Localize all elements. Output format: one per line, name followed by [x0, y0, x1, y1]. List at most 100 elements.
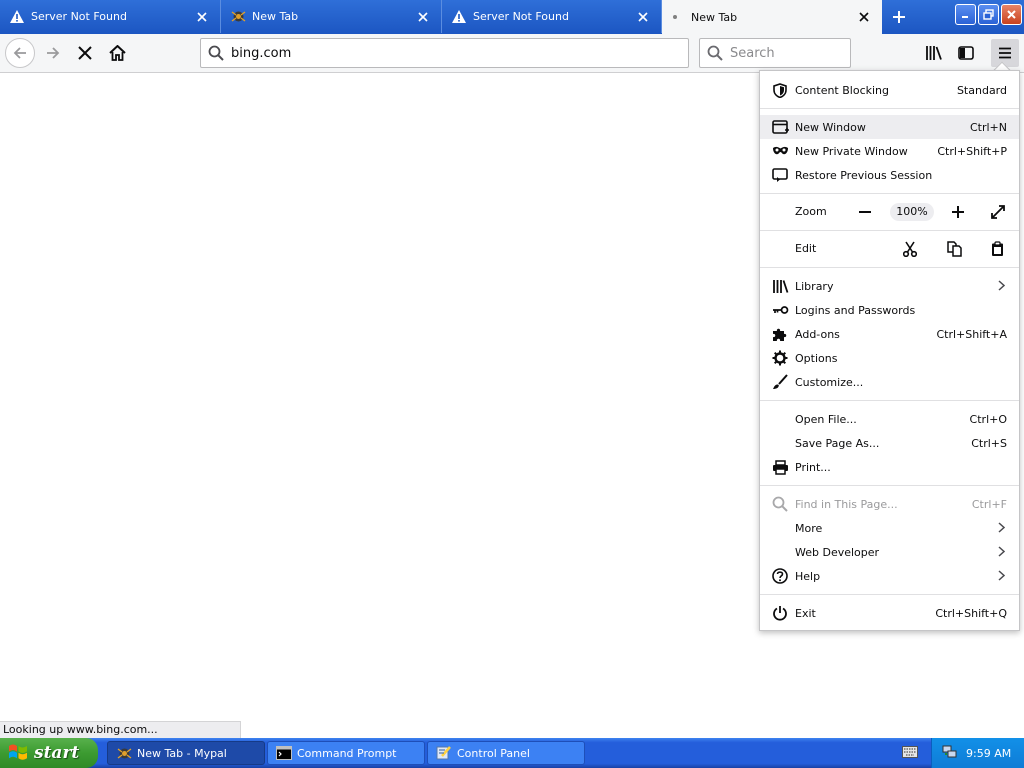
url-text[interactable]: bing.com — [231, 46, 291, 61]
paintbrush-icon — [771, 373, 789, 391]
close-icon[interactable] — [856, 9, 872, 25]
menu-item-label: Open File... — [795, 412, 857, 426]
tab-server-not-found-2[interactable]: Server Not Found — [442, 0, 662, 33]
search-bar[interactable] — [699, 38, 851, 68]
mypal-icon — [116, 745, 132, 761]
menu-item-more[interactable]: More — [760, 516, 1019, 540]
tab-new-tab-1[interactable]: New Tab — [221, 0, 442, 33]
warning-icon — [451, 9, 467, 25]
taskbar-item-command-prompt[interactable]: Command Prompt — [267, 741, 425, 765]
restore-button[interactable] — [978, 4, 999, 25]
menu-item-label: Restore Previous Session — [795, 168, 933, 182]
chevron-right-icon — [998, 570, 1006, 584]
menu-item-open-file[interactable]: Open File... Ctrl+O — [760, 407, 1019, 431]
menu-item-save-page[interactable]: Save Page As... Ctrl+S — [760, 431, 1019, 455]
menu-separator — [760, 485, 1019, 486]
zoom-reset-button[interactable]: 100% — [890, 203, 934, 221]
menu-item-new-private-window[interactable]: New Private Window Ctrl+Shift+P — [760, 139, 1019, 163]
menu-item-find-in-page[interactable]: Find in This Page... Ctrl+F — [760, 492, 1019, 516]
tab-title: Server Not Found — [473, 10, 569, 23]
forward-button[interactable] — [38, 38, 68, 68]
start-button[interactable]: start — [0, 738, 98, 768]
close-icon — [1007, 10, 1016, 19]
copy-icon — [946, 241, 962, 257]
app-menu-button[interactable] — [991, 39, 1019, 67]
network-connection-icon[interactable] — [942, 745, 958, 762]
zoom-in-button[interactable] — [945, 199, 971, 225]
minus-icon — [859, 211, 871, 213]
library-icon — [771, 277, 789, 295]
tab-strip: Server Not Found New Tab Server Not Foun… — [0, 0, 1024, 34]
menu-item-help[interactable]: Help — [760, 564, 1019, 588]
windows-flag-icon — [8, 743, 28, 764]
sidebar-toggle-button[interactable] — [952, 39, 980, 67]
search-input[interactable] — [730, 45, 840, 61]
menu-item-print[interactable]: Print... — [760, 455, 1019, 479]
taskbar-item-mypal[interactable]: New Tab - Mypal — [107, 741, 265, 765]
mypal-icon — [230, 9, 246, 25]
printer-icon — [771, 458, 789, 476]
tab-title: Server Not Found — [31, 10, 127, 23]
system-tray: 9:59 AM — [931, 738, 1024, 768]
plus-icon — [952, 206, 964, 218]
menu-separator — [760, 267, 1019, 268]
paste-button[interactable] — [984, 236, 1010, 262]
loading-dot-icon — [673, 15, 677, 19]
menu-item-label: Logins and Passwords — [795, 303, 916, 317]
fullscreen-expand-icon — [991, 205, 1005, 219]
menu-item-shortcut: Ctrl+Shift+P — [937, 144, 1007, 158]
restore-session-icon — [771, 166, 789, 184]
content-blocking-value: Standard — [956, 83, 1007, 97]
menu-item-restore-session[interactable]: Restore Previous Session — [760, 163, 1019, 187]
tab-new-tab-active[interactable]: New Tab — [662, 0, 882, 34]
new-tab-button[interactable] — [882, 0, 916, 33]
fullscreen-button[interactable] — [985, 199, 1011, 225]
menu-item-library[interactable]: Library — [760, 274, 1019, 298]
menu-item-addons[interactable]: Add-ons Ctrl+Shift+A — [760, 322, 1019, 346]
scissors-icon — [903, 241, 917, 257]
menu-item-content-blocking[interactable]: Content Blocking Standard — [760, 78, 1019, 102]
plus-icon — [893, 10, 905, 23]
close-icon[interactable] — [194, 9, 210, 25]
menu-item-shortcut: Ctrl+F — [971, 497, 1007, 511]
close-icon[interactable] — [635, 9, 651, 25]
menu-item-web-developer[interactable]: Web Developer — [760, 540, 1019, 564]
clock[interactable]: 9:59 AM — [966, 747, 1011, 760]
window-close-button[interactable] — [1001, 4, 1022, 25]
home-button[interactable] — [102, 38, 132, 68]
menu-item-new-window[interactable]: New Window Ctrl+N — [760, 115, 1019, 139]
taskbar: start New Tab - Mypal Command Prompt Con… — [0, 738, 1024, 768]
keyboard-icon[interactable] — [902, 746, 918, 761]
help-question-icon — [771, 567, 789, 585]
taskbar-item-control-panel[interactable]: Control Panel — [427, 741, 585, 765]
menu-item-logins-passwords[interactable]: Logins and Passwords — [760, 298, 1019, 322]
menu-item-shortcut: Ctrl+S — [971, 436, 1007, 450]
menu-item-shortcut: Ctrl+Shift+Q — [935, 606, 1007, 620]
navigation-toolbar: bing.com — [0, 34, 1024, 73]
url-bar[interactable]: bing.com — [200, 38, 689, 68]
zoom-out-button[interactable] — [852, 199, 878, 225]
close-icon[interactable] — [415, 9, 431, 25]
tab-server-not-found-1[interactable]: Server Not Found — [0, 0, 221, 33]
copy-button[interactable] — [941, 236, 967, 262]
tab-title: New Tab — [691, 10, 738, 24]
menu-item-customize[interactable]: Customize... — [760, 370, 1019, 394]
taskbar-item-label: New Tab - Mypal — [137, 746, 227, 760]
menu-separator — [760, 193, 1019, 194]
menu-item-shortcut: Ctrl+N — [969, 120, 1007, 134]
menu-item-shortcut: Ctrl+Shift+A — [936, 327, 1007, 341]
menu-item-label: Save Page As... — [795, 436, 880, 450]
menu-item-label: Content Blocking — [795, 83, 890, 97]
minimize-icon — [962, 16, 968, 18]
stop-x-icon — [78, 46, 92, 60]
stop-button[interactable] — [70, 38, 100, 68]
minimize-button[interactable] — [955, 4, 976, 25]
cut-button[interactable] — [897, 236, 923, 262]
menu-item-options[interactable]: Options — [760, 346, 1019, 370]
menu-item-exit[interactable]: Exit Ctrl+Shift+Q — [760, 601, 1019, 625]
library-button[interactable] — [920, 39, 948, 67]
back-button[interactable] — [5, 38, 35, 68]
private-mask-icon — [771, 142, 789, 160]
control-panel-icon — [436, 745, 452, 761]
menu-item-label: New Window — [795, 120, 866, 134]
